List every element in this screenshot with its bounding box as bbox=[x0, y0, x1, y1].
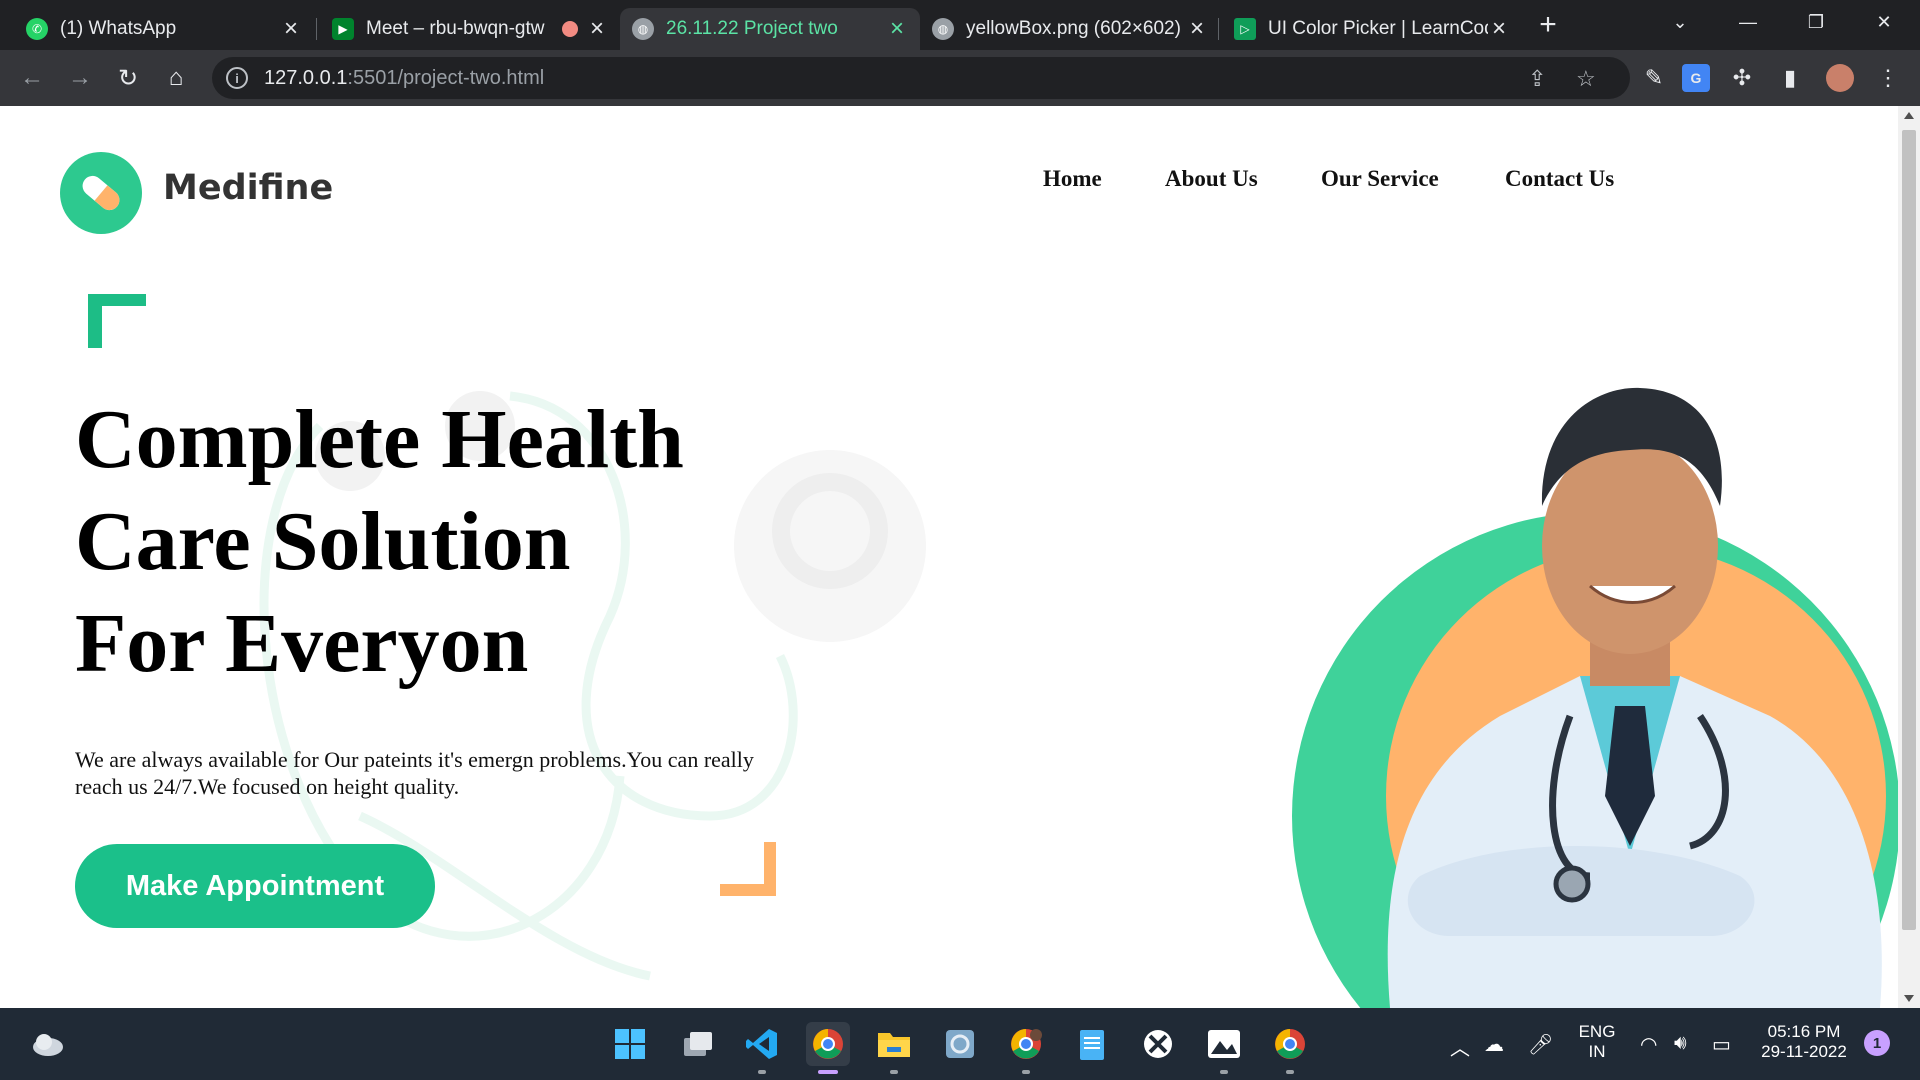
tab-project-two[interactable]: ◍ 26.11.22 Project two × bbox=[620, 8, 920, 50]
taskbar-running-indicator bbox=[1286, 1070, 1294, 1074]
make-appointment-button[interactable]: Make Appointment bbox=[75, 844, 435, 928]
recording-icon bbox=[562, 21, 578, 37]
hero-description: We are always available for Our pateints… bbox=[75, 747, 754, 799]
windows-taskbar: ︿ ☁ 🎤︎ ENG IN ◠ 🔊︎ ▭ 05:16 PM 29-11-2022 bbox=[0, 1008, 1920, 1080]
hero-title-line: Care Solution bbox=[75, 495, 571, 588]
language-code: ENG bbox=[1578, 1022, 1616, 1041]
notification-badge[interactable]: 1 bbox=[1864, 1030, 1890, 1056]
url-text: 127.0.0.1:5501/project-two.html bbox=[264, 66, 545, 89]
show-hidden-icons-chevron-icon[interactable]: ︿ bbox=[1450, 1032, 1470, 1061]
scroll-down-arrow-icon[interactable] bbox=[1904, 995, 1914, 1002]
site-info-icon[interactable]: i bbox=[226, 67, 248, 89]
nav-home[interactable]: Home bbox=[1043, 166, 1102, 192]
close-icon[interactable]: × bbox=[586, 15, 608, 42]
logo-text[interactable]: Medifine bbox=[163, 168, 333, 208]
chrome-profile-2-icon[interactable] bbox=[1004, 1022, 1048, 1066]
microphone-icon[interactable]: 🎤︎ bbox=[1528, 1032, 1553, 1057]
hero-title-line: Complete Health bbox=[75, 393, 684, 486]
file-explorer-icon[interactable] bbox=[872, 1022, 916, 1066]
chrome-profile-1-icon[interactable] bbox=[806, 1022, 850, 1066]
clock-time: 05:16 PM bbox=[1767, 1022, 1841, 1041]
learncode-icon: ▷ bbox=[1234, 18, 1256, 40]
translate-extension-icon[interactable]: G bbox=[1682, 64, 1710, 92]
close-window-button[interactable]: ✕ bbox=[1856, 0, 1912, 44]
logo-icon[interactable] bbox=[60, 152, 142, 234]
page-scrollbar[interactable] bbox=[1898, 106, 1920, 1008]
nav-contact-us[interactable]: Contact Us bbox=[1505, 166, 1614, 192]
notepad-icon[interactable] bbox=[1070, 1022, 1114, 1066]
clock-date: 29-11-2022 bbox=[1761, 1042, 1847, 1061]
clock[interactable]: 05:16 PM 29-11-2022 bbox=[1752, 1022, 1856, 1062]
onedrive-cloud-icon[interactable]: ☁ bbox=[1484, 1032, 1504, 1057]
back-arrow-icon[interactable]: ← bbox=[18, 64, 46, 92]
xbox-icon[interactable] bbox=[1136, 1022, 1180, 1066]
tab-title: 26.11.22 Project two bbox=[666, 18, 838, 39]
tab-separator bbox=[1218, 18, 1219, 40]
new-tab-button[interactable]: + bbox=[1528, 8, 1568, 41]
eyedropper-extension-icon[interactable]: ✎ bbox=[1640, 64, 1668, 92]
hero-title: Complete Health Care Solution For Everyo… bbox=[75, 389, 795, 695]
language-indicator[interactable]: ENG IN bbox=[1572, 1022, 1622, 1062]
vscode-icon[interactable] bbox=[740, 1022, 784, 1066]
tab-title: UI Color Picker | LearnCod bbox=[1268, 18, 1488, 39]
google-meet-icon: ▶ bbox=[332, 18, 354, 40]
menu-kebab-icon[interactable]: ⋮ bbox=[1874, 64, 1902, 92]
side-panel-icon[interactable]: ▮ bbox=[1776, 64, 1804, 92]
tab-whatsapp[interactable]: ✆ (1) WhatsApp × bbox=[14, 8, 314, 50]
weather-widget-icon[interactable] bbox=[26, 1022, 70, 1066]
home-icon[interactable]: ⌂ bbox=[162, 64, 190, 92]
taskbar-active-indicator bbox=[818, 1070, 838, 1074]
extensions-puzzle-icon[interactable]: ✣ bbox=[1728, 64, 1756, 92]
tab-title: (1) WhatsApp bbox=[60, 18, 177, 39]
green-corner-bracket bbox=[88, 294, 146, 348]
tab-separator bbox=[316, 18, 317, 40]
reload-icon[interactable]: ↻ bbox=[114, 64, 142, 92]
tab-search-icon[interactable]: ⌄ bbox=[1652, 0, 1708, 44]
doctor-hero-image bbox=[1292, 387, 1898, 1008]
tab-title: yellowBox.png (602×602) bbox=[966, 18, 1181, 39]
share-icon[interactable]: ⇪ bbox=[1528, 66, 1546, 92]
wifi-icon[interactable]: ◠ bbox=[1640, 1032, 1657, 1057]
browser-tab-bar: ✆ (1) WhatsApp × ▶ Meet – rbu-bwqn-gtw ×… bbox=[0, 0, 1920, 50]
close-icon[interactable]: × bbox=[1186, 15, 1208, 42]
close-icon[interactable]: × bbox=[280, 15, 302, 42]
tab-google-meet[interactable]: ▶ Meet – rbu-bwqn-gtw × bbox=[320, 8, 620, 50]
chrome-icon[interactable] bbox=[1268, 1022, 1312, 1066]
orange-corner-bracket bbox=[720, 842, 776, 896]
taskbar-running-indicator bbox=[1220, 1070, 1228, 1074]
battery-icon[interactable]: ▭ bbox=[1712, 1032, 1731, 1057]
taskbar-running-indicator bbox=[758, 1070, 766, 1074]
address-bar[interactable]: i 127.0.0.1:5501/project-two.html ⇪ ☆ bbox=[212, 57, 1630, 99]
photos-icon[interactable] bbox=[1202, 1022, 1246, 1066]
whatsapp-icon: ✆ bbox=[26, 18, 48, 40]
pill-icon bbox=[82, 175, 120, 211]
camera-app-icon[interactable] bbox=[938, 1022, 982, 1066]
browser-toolbar: ← → ↻ ⌂ i 127.0.0.1:5501/project-two.htm… bbox=[0, 50, 1920, 106]
task-view-icon[interactable] bbox=[676, 1022, 720, 1066]
nav-about-us[interactable]: About Us bbox=[1165, 166, 1258, 192]
scroll-up-arrow-icon[interactable] bbox=[1904, 112, 1914, 119]
forward-arrow-icon[interactable]: → bbox=[66, 64, 94, 92]
tab-title: Meet – rbu-bwqn-gtw bbox=[366, 18, 545, 39]
start-windows-icon[interactable] bbox=[608, 1022, 652, 1066]
tab-yellowbox[interactable]: ◍ yellowBox.png (602×602) × bbox=[920, 8, 1220, 50]
taskbar-running-indicator bbox=[1022, 1070, 1030, 1074]
globe-icon: ◍ bbox=[632, 18, 654, 40]
volume-icon[interactable]: 🔊︎ bbox=[1674, 1032, 1687, 1055]
page-viewport: Medifine Home About Us Our Service Conta… bbox=[0, 106, 1898, 1008]
region-code: IN bbox=[1588, 1042, 1606, 1061]
close-icon[interactable]: × bbox=[1488, 15, 1510, 42]
bookmark-star-icon[interactable]: ☆ bbox=[1576, 66, 1596, 92]
minimize-button[interactable]: — bbox=[1720, 0, 1776, 44]
tab-ui-color-picker[interactable]: ▷ UI Color Picker | LearnCod × bbox=[1222, 8, 1522, 50]
restore-button[interactable]: ❐ bbox=[1788, 0, 1844, 44]
globe-icon: ◍ bbox=[932, 18, 954, 40]
nav-our-service[interactable]: Our Service bbox=[1321, 166, 1439, 192]
close-icon[interactable]: × bbox=[886, 15, 908, 42]
profile-avatar[interactable] bbox=[1826, 64, 1854, 92]
hero-title-line: For Everyon bbox=[75, 597, 529, 690]
scrollbar-thumb[interactable] bbox=[1902, 130, 1916, 930]
taskbar-running-indicator bbox=[890, 1070, 898, 1074]
